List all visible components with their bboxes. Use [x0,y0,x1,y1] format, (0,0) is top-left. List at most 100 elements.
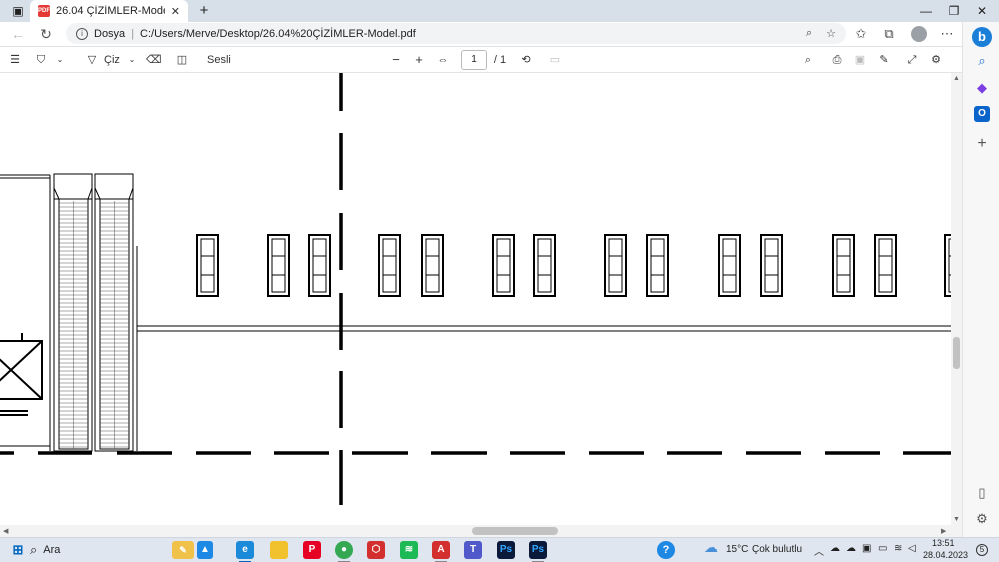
taskbar-autodesk-icon[interactable]: ⬡ [367,541,385,559]
taskbar-photoshop-2-icon[interactable]: Ps [529,541,547,559]
scroll-down-icon[interactable]: ▼ [953,516,960,523]
rotate-icon[interactable]: ⟲ [519,51,533,69]
scroll-up-icon[interactable]: ▲ [953,75,960,82]
vertical-scrollbar[interactable] [951,73,962,525]
taskbar-file-explorer-icon[interactable] [270,541,288,559]
read-aloud-button[interactable]: Sesli oku [207,51,247,84]
window-unit [267,234,290,297]
more-menu-icon[interactable]: ⋯ [938,25,956,43]
office-icon[interactable]: ◆ [973,79,991,97]
back-arrow-icon[interactable]: ← [9,25,27,43]
taskbar-pinterest-icon[interactable]: P [303,541,321,559]
cloud-tray-icon[interactable]: ☁ [830,543,840,554]
vertical-scroll-thumb[interactable] [953,337,960,369]
widgets-icon[interactable]: ✎ [172,541,194,559]
taskbar-spotify-icon[interactable]: ≋ [400,541,418,559]
windows-group [196,234,951,297]
window-unit [832,234,855,297]
tab-close-icon[interactable]: ✕ [171,5,180,18]
horizontal-scroll-thumb[interactable] [472,527,558,535]
collections-icon[interactable]: ⧉ [880,25,898,43]
equipment-box [0,333,43,416]
battery-icon[interactable]: ▭ [878,543,887,554]
window-unit [604,234,627,297]
wall-lines [0,174,951,451]
save-as-icon[interactable]: ✎ [877,51,891,69]
add-sidebar-icon[interactable]: + [973,135,991,153]
settings-gear-icon[interactable]: ⚙ [929,51,943,69]
search-sidebar-icon[interactable]: ⌕ [973,52,991,70]
tab-actions-icon[interactable]: ▣ [4,2,32,20]
url-text[interactable]: C:/Users/Merve/Desktop/26.04%20ÇİZİMLER-… [140,28,416,40]
favorite-star-icon[interactable]: ☆ [826,27,836,40]
sidebar-panel-icon[interactable]: ▯ [973,484,991,502]
favorites-icon[interactable]: ✩ [852,25,870,43]
draw-label[interactable]: Çiz [104,51,120,69]
draw-icon[interactable]: ▽ [85,51,99,69]
windows-start-icon[interactable]: ⊞ [9,541,27,559]
magnifier-icon: ⌕ [30,542,38,557]
address-bar[interactable]: i Dosya | C:/Users/Merve/Desktop/26.04%2… [66,23,846,44]
page-view-icon[interactable]: ◫ [175,51,189,69]
highlight-icon[interactable]: ⛉ [34,51,48,69]
outlook-icon[interactable]: O [974,106,990,122]
escalator-left [53,173,93,452]
highlight-dropdown-icon[interactable]: ⌄ [54,51,66,69]
taskbar-edge-icon[interactable]: e [236,541,254,559]
clock-time[interactable]: 13:51 [932,538,955,548]
volume-icon[interactable]: ◁ [908,543,916,554]
new-tab-button[interactable]: + [190,2,218,20]
taskbar-teams-icon[interactable]: T [464,541,482,559]
tab-pdf[interactable]: PDF 26.04 ÇİZİMLER-Model.pdf ✕ [30,0,188,22]
window-unit [421,234,444,297]
fit-page-icon[interactable]: ⇔ [436,51,450,69]
pdf-viewport[interactable] [0,73,951,525]
zoom-icon[interactable]: ⌕ [806,27,812,40]
chat-icon[interactable]: ▲ [197,541,213,559]
weather-text[interactable]: Çok bulutlu [752,544,802,555]
search-icon[interactable]: ⌕ [801,51,815,69]
profile-avatar[interactable] [911,26,927,42]
window-unit [196,234,219,297]
eraser-icon[interactable]: ⌫ [146,51,162,69]
two-pages-icon[interactable]: ▭ [548,51,562,69]
scroll-left-icon[interactable]: ◀ [3,527,8,535]
tab-bar: ▣ PDF 26.04 ÇİZİMLER-Model.pdf ✕ + — ❐ ✕ [0,0,999,22]
onedrive-icon[interactable]: ☁ [846,543,856,554]
page-total: / 1 [493,54,507,66]
help-icon[interactable]: ? [657,541,675,559]
zoom-in-button[interactable]: + [412,51,426,69]
architectural-drawing [0,73,951,505]
notification-badge[interactable]: 5 [976,544,988,556]
address-actions: ⌕ ☆ [806,27,836,40]
bing-icon[interactable]: b [972,27,992,47]
taskbar-autocad-icon[interactable]: A [432,541,450,559]
save-icon[interactable]: ▣ [853,51,867,69]
tab-title: 26.04 ÇİZİMLER-Model.pdf [56,5,165,17]
close-window-button[interactable]: ✕ [968,2,996,20]
taskbar-chrome-icon[interactable]: ● [335,541,353,559]
minimize-button[interactable]: — [912,2,940,20]
wifi-icon[interactable]: ≋ [894,543,902,554]
page-number-input[interactable]: 1 [461,50,487,70]
sidebar-settings-icon[interactable]: ⚙ [973,510,991,528]
weather-temp[interactable]: 15°C [726,544,748,555]
zoom-out-button[interactable]: − [389,51,403,69]
clock-date[interactable]: 28.04.2023 [923,550,968,560]
monitor-icon[interactable]: ▣ [862,543,871,554]
window-unit [874,234,897,297]
refresh-icon[interactable]: ↻ [37,25,55,43]
info-icon[interactable]: i [76,27,88,40]
taskbar-photoshop-1-icon[interactable]: Ps [497,541,515,559]
draw-dropdown-icon[interactable]: ⌄ [126,51,138,69]
restore-button[interactable]: ❐ [940,2,968,20]
scroll-right-icon[interactable]: ▶ [941,527,946,535]
search-label: Ara [43,544,61,556]
weather-icon[interactable]: ☁ [704,539,718,556]
contents-icon[interactable]: ☰ [8,51,22,69]
tray-expand-icon[interactable]: ︿ [814,543,824,558]
print-icon[interactable]: ⎙ [830,51,844,69]
window-unit [760,234,783,297]
fullscreen-icon[interactable]: ⤢ [905,51,919,69]
site-label: Dosya [94,27,126,40]
